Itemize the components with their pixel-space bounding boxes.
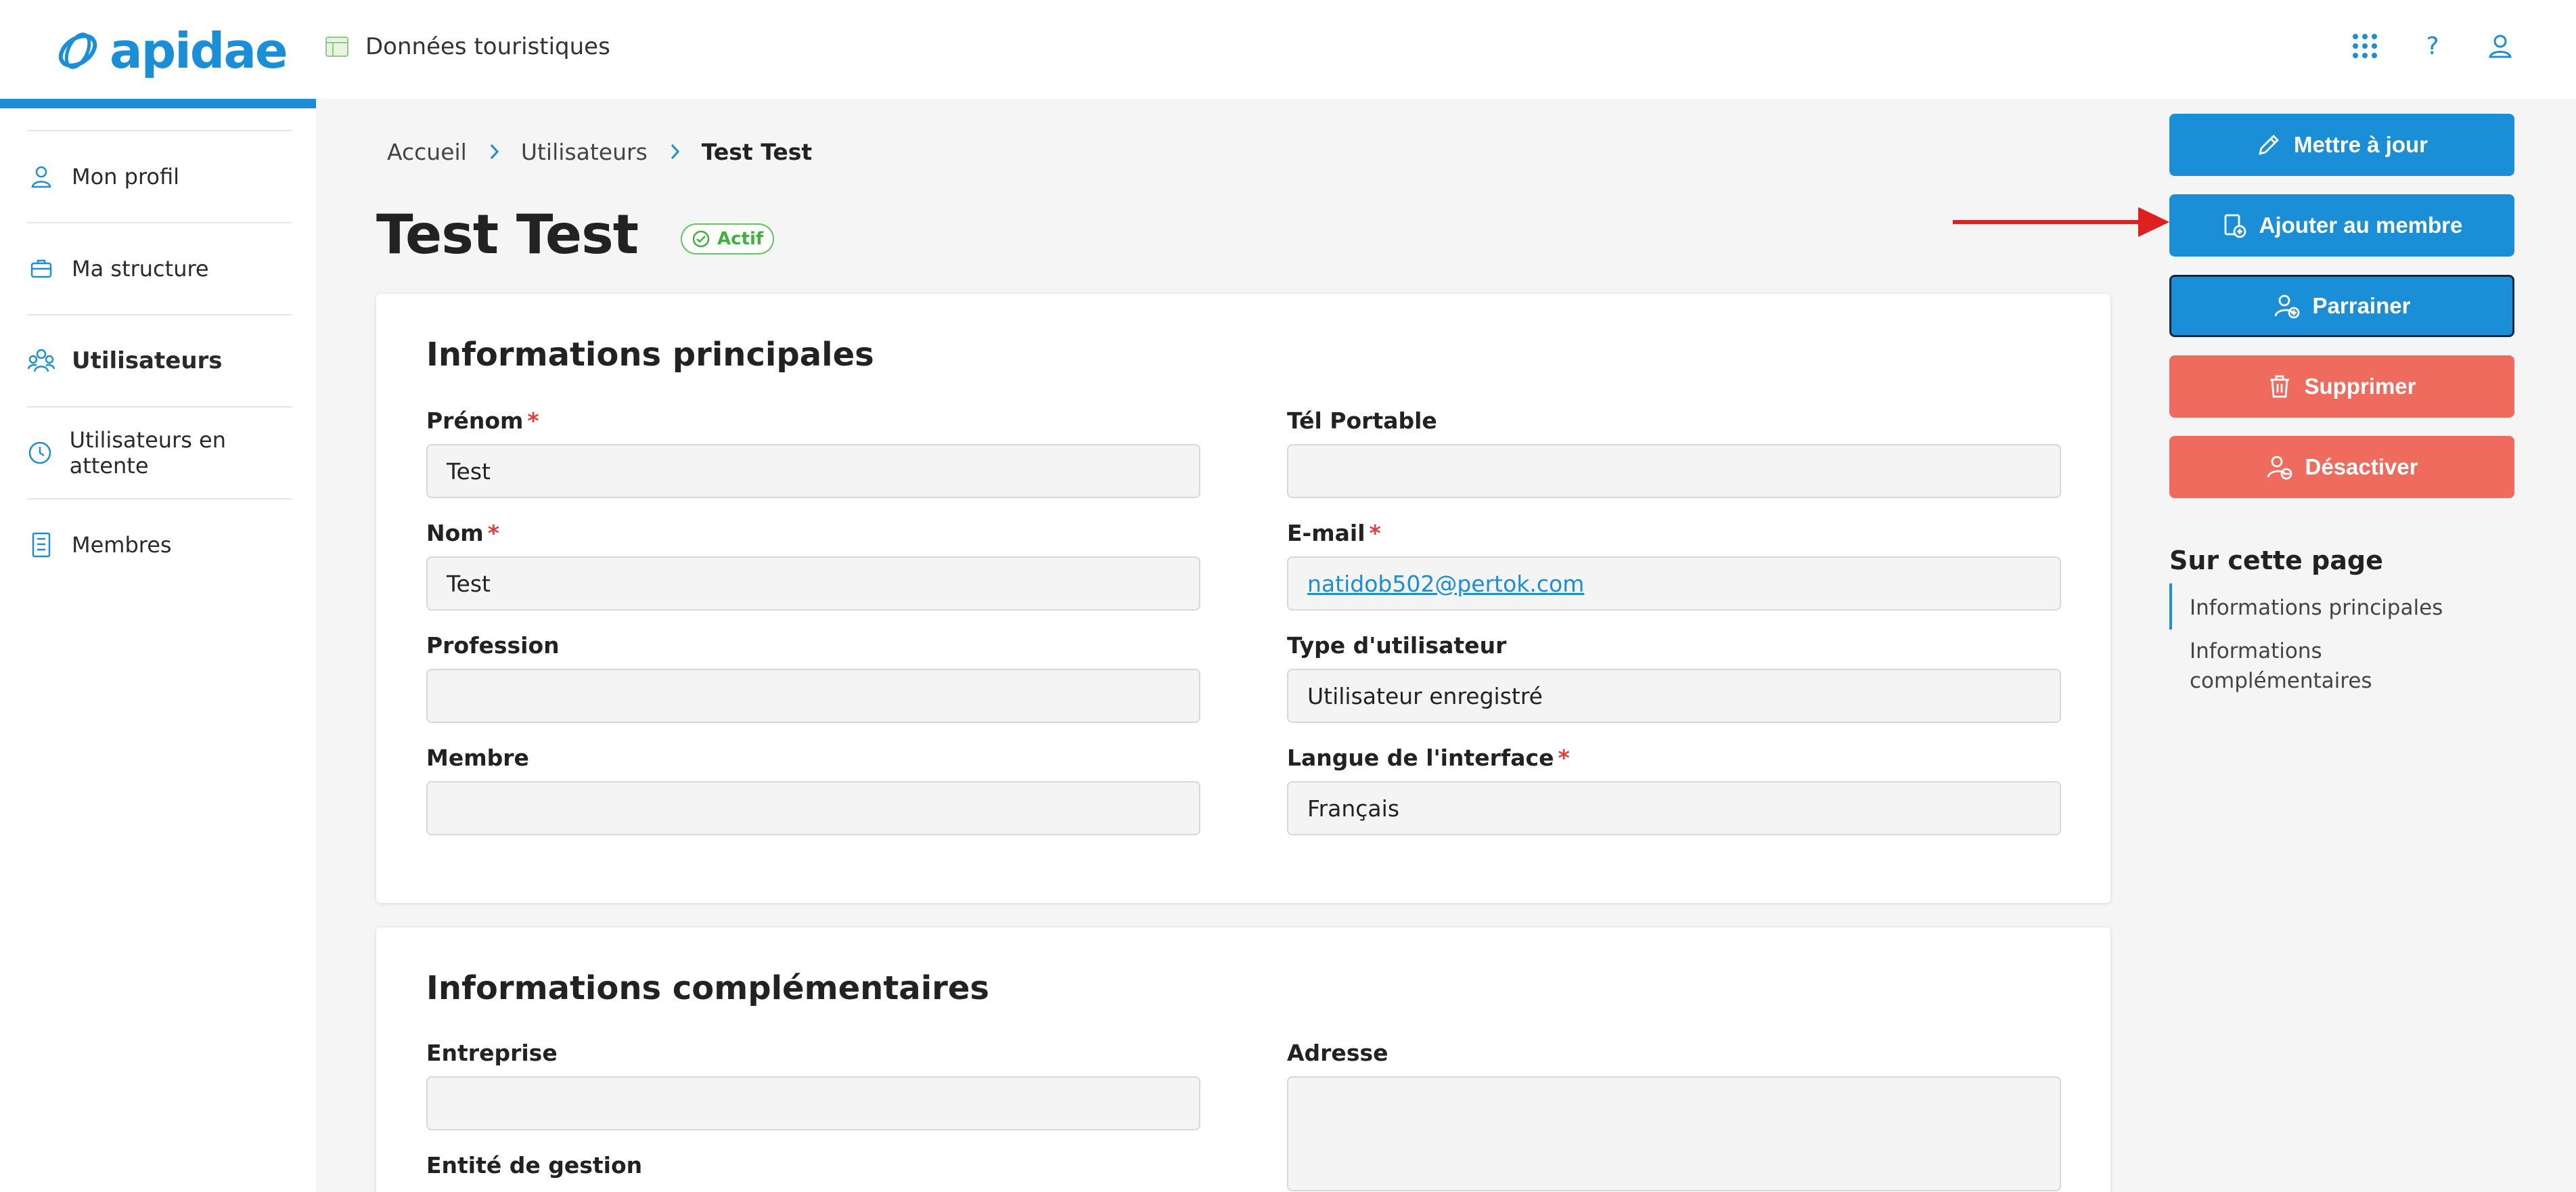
label-nom: Nom * xyxy=(426,520,499,546)
sidebar-item-mon-profil[interactable]: Mon profil xyxy=(27,130,292,222)
chevron-right-icon xyxy=(671,144,679,160)
section-label: Données touristiques xyxy=(365,33,610,60)
sidebar-item-label: Utilisateurs xyxy=(72,347,223,374)
label-type-utilisateur: Type d'utilisateur xyxy=(1287,632,1507,659)
toc-item-informations-principales[interactable]: Informations principales xyxy=(2190,593,2514,623)
sidebar-item-label: Mon profil xyxy=(72,164,180,190)
card-title: Informations complémentaires xyxy=(426,969,989,1007)
apidae-logo-icon xyxy=(58,32,97,69)
card-informations-complementaires: Informations complémentaires Entreprise … xyxy=(376,927,2110,1192)
sidebar-item-utilisateurs-en-attente[interactable]: Utilisateurs en attente xyxy=(27,406,292,498)
langue-field[interactable]: Français xyxy=(1287,781,2061,835)
help-glyph: ? xyxy=(2426,32,2439,60)
sidebar-item-utilisateurs[interactable]: Utilisateurs xyxy=(27,314,292,406)
chevron-right-icon xyxy=(490,144,499,160)
logo-text: apidae xyxy=(110,22,288,79)
adresse-input[interactable] xyxy=(1287,1076,2061,1191)
entreprise-input[interactable] xyxy=(426,1076,1200,1130)
label-profession: Profession xyxy=(426,632,560,659)
label-entreprise: Entreprise xyxy=(426,1040,558,1066)
deactivate-button[interactable]: Désactiver xyxy=(2169,436,2514,498)
header-actions: ? xyxy=(2350,27,2515,65)
label-prenom: Prénom * xyxy=(426,407,539,434)
sidebar-item-label: Membres xyxy=(72,532,172,558)
status-text: Actif xyxy=(717,229,764,249)
briefcase-icon xyxy=(27,255,55,283)
apidae-logo[interactable]: apidae xyxy=(54,20,288,81)
label-langue: Langue de l'interface * xyxy=(1287,745,1570,771)
user-add-icon xyxy=(2274,294,2299,319)
type-utilisateur-field[interactable]: Utilisateur enregistré xyxy=(1287,669,2061,723)
tel-portable-input[interactable] xyxy=(1287,444,2061,498)
card-title: Informations principales xyxy=(426,336,874,374)
add-to-member-button[interactable]: Ajouter au membre xyxy=(2169,194,2514,257)
top-header: apidae Données touristiques ? xyxy=(0,0,2576,99)
profession-input[interactable] xyxy=(426,669,1200,723)
card-informations-principales: Informations principales Prénom * Test Té… xyxy=(376,294,2110,903)
update-button[interactable]: Mettre à jour xyxy=(2169,114,2514,176)
pencil-icon xyxy=(2259,135,2279,155)
toc-active-indicator xyxy=(2169,583,2172,630)
sidebar-item-membres[interactable]: Membres xyxy=(27,498,292,590)
breadcrumb-accueil[interactable]: Accueil xyxy=(387,139,467,165)
page-title: Test Test xyxy=(376,203,639,266)
email-field[interactable]: natidob502@pertok.com xyxy=(1287,556,2061,611)
users-icon xyxy=(27,347,55,375)
breadcrumb: Accueil Utilisateurs Test Test xyxy=(387,133,812,171)
trash-icon xyxy=(2270,375,2290,398)
document-add-icon xyxy=(2224,214,2246,238)
sidebar-item-label: Ma structure xyxy=(72,256,209,282)
toc-title: Sur cette page xyxy=(2169,546,2383,575)
user-icon xyxy=(27,162,55,191)
sidebar-item-ma-structure[interactable]: Ma structure xyxy=(27,222,292,314)
prenom-input[interactable]: Test xyxy=(426,444,1200,498)
status-badge: Actif xyxy=(681,223,775,255)
breadcrumb-utilisateurs[interactable]: Utilisateurs xyxy=(521,139,648,165)
label-email: E-mail * xyxy=(1287,520,1381,546)
label-entite-gestion: Entité de gestion xyxy=(426,1152,643,1178)
sidebar-accent-bar xyxy=(0,99,316,108)
table-icon xyxy=(325,37,348,57)
check-circle-icon xyxy=(692,230,710,248)
delete-button[interactable]: Supprimer xyxy=(2169,355,2514,418)
label-adresse: Adresse xyxy=(1287,1040,1388,1066)
breadcrumb-current: Test Test xyxy=(701,138,813,165)
user-icon[interactable] xyxy=(2485,31,2515,61)
apps-grid-icon[interactable] xyxy=(2350,31,2380,61)
sidebar: Mon profil Ma structure Utilisateurs Uti… xyxy=(0,108,316,1192)
building-icon xyxy=(27,531,55,559)
help-icon[interactable]: ? xyxy=(2418,31,2447,61)
toc-item-informations-complementaires[interactable]: Informations complémentaires xyxy=(2190,636,2393,696)
section-switcher[interactable]: Données touristiques xyxy=(323,30,610,64)
membre-input[interactable] xyxy=(426,781,1200,835)
label-membre: Membre xyxy=(426,745,529,771)
annotation-arrow-icon xyxy=(1953,207,2169,237)
sidebar-item-label: Utilisateurs en attente xyxy=(69,427,226,479)
nom-input[interactable]: Test xyxy=(426,556,1200,611)
user-disable-icon xyxy=(2267,456,2292,480)
label-tel-portable: Tél Portable xyxy=(1287,407,1437,434)
sponsor-button[interactable]: Parrainer xyxy=(2169,275,2514,337)
clock-icon xyxy=(27,439,53,467)
